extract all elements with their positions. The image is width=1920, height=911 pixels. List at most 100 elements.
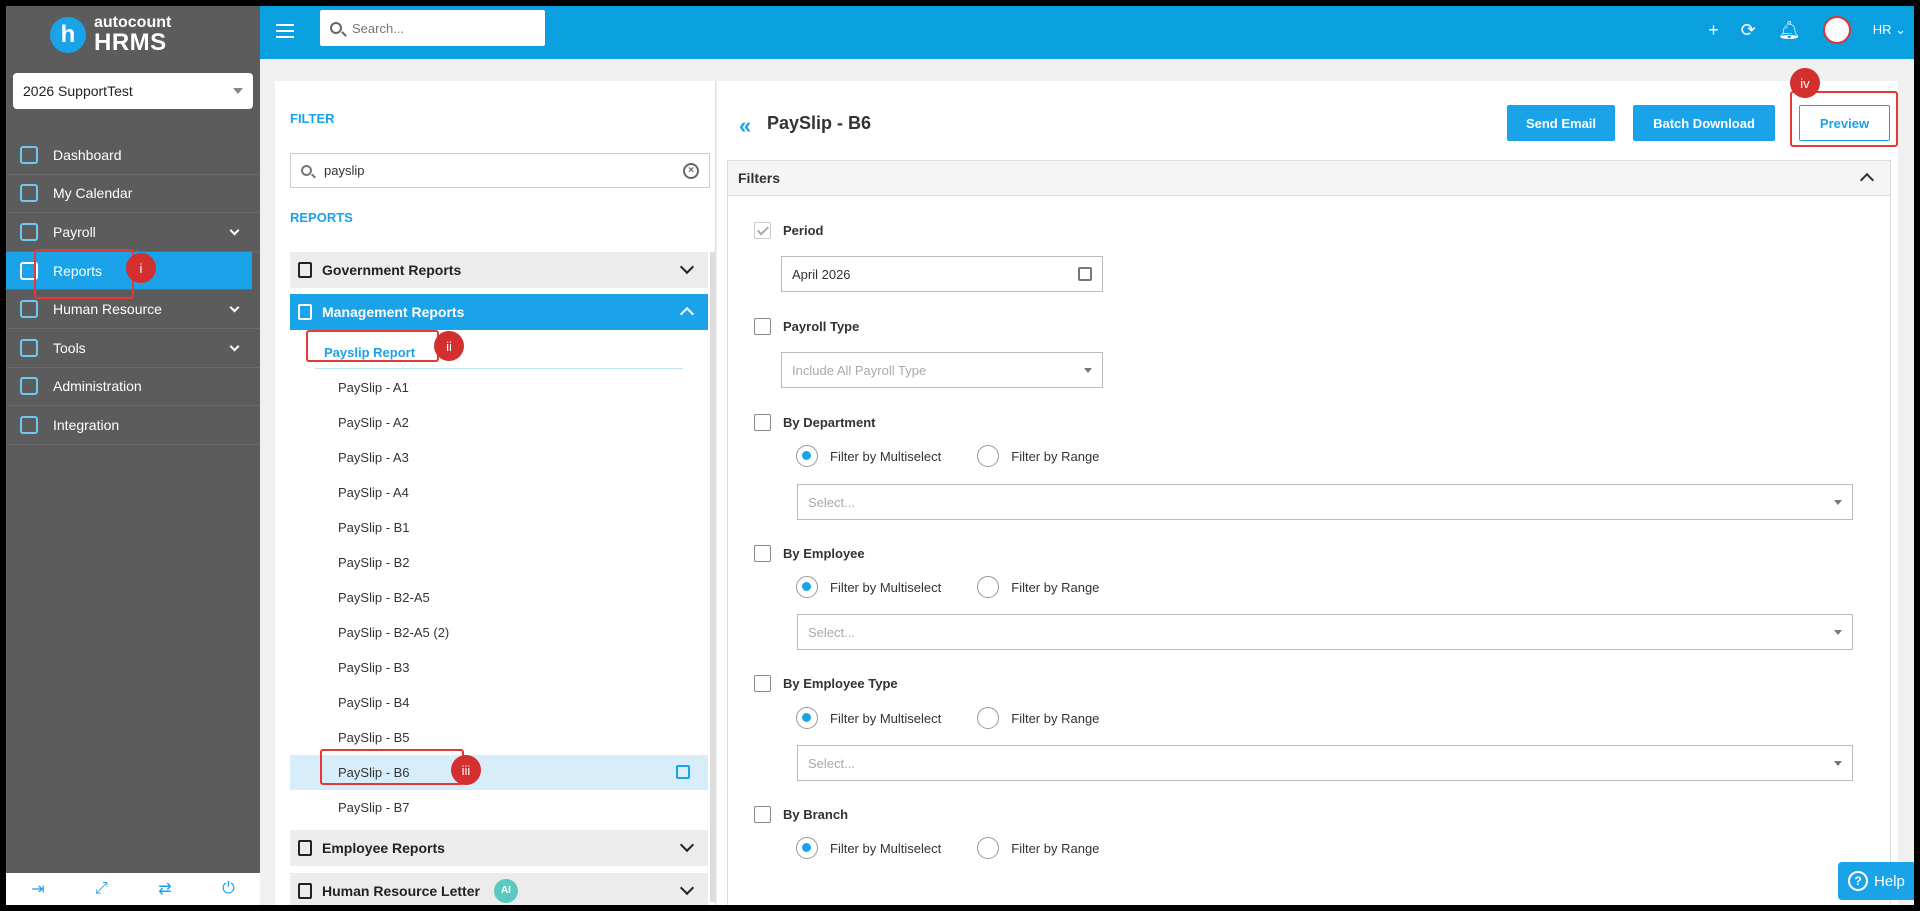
people-icon	[20, 300, 38, 319]
radio-range[interactable]	[977, 576, 1000, 598]
report-item[interactable]: PaySlip - B2-A5	[290, 580, 708, 615]
employee-checkbox[interactable]	[754, 545, 771, 562]
radio-range[interactable]	[977, 445, 1000, 467]
menu-icon[interactable]	[276, 24, 294, 38]
fullscreen-icon[interactable]: ⤢	[95, 880, 108, 898]
department-select[interactable]: Select...	[797, 484, 1853, 520]
user-label: HR	[1872, 22, 1892, 37]
sidebar-item-integration[interactable]: Integration	[6, 406, 260, 445]
sync-icon[interactable]: ⟳	[1741, 20, 1756, 41]
global-search[interactable]	[320, 10, 545, 46]
chevron-down-icon	[1834, 629, 1842, 635]
send-email-button[interactable]: Send Email	[1507, 105, 1615, 141]
period-checkbox[interactable]	[754, 222, 771, 239]
logo-line2: HRMS	[94, 29, 167, 56]
payroll-type-select[interactable]: Include All Payroll Type	[781, 352, 1103, 388]
radio-multiselect[interactable]	[796, 707, 818, 729]
payroll-type-checkbox[interactable]	[754, 318, 771, 335]
employee-type-radio-group: Filter by Multiselect Filter by Range	[796, 707, 1099, 729]
report-item[interactable]: PaySlip - B3	[290, 650, 708, 685]
avatar[interactable]	[1822, 16, 1851, 44]
report-item[interactable]: PaySlip - B7	[290, 790, 708, 825]
language-icon[interactable]: ⇄	[158, 879, 171, 899]
ai-badge: AI	[493, 879, 518, 903]
report-search-value: payslip	[324, 163, 365, 178]
chevron-down-icon	[229, 302, 240, 313]
branch-checkbox[interactable]	[754, 806, 771, 823]
report-item[interactable]: PaySlip - B2-A5 (2)	[290, 615, 708, 650]
employee-type-filter[interactable]: By Employee Type	[754, 675, 898, 692]
filters-header[interactable]: Filters	[727, 160, 1891, 196]
report-item[interactable]: PaySlip - A1	[290, 370, 708, 405]
top-bar: + ⟳ 🔔︎ HR ⌄	[260, 6, 1914, 59]
filters-body	[727, 196, 1891, 905]
app-window: h autocount HRMS 2026 SupportTest Dashbo…	[6, 6, 1914, 905]
period-filter[interactable]: Period	[754, 222, 823, 239]
employee-select[interactable]: Select...	[797, 614, 1853, 650]
employee-type-select[interactable]: Select...	[797, 745, 1853, 781]
company-select[interactable]: 2026 SupportTest	[13, 73, 253, 109]
report-item[interactable]: PaySlip - B1	[290, 510, 708, 545]
sidebar-item-payroll[interactable]: Payroll	[6, 213, 260, 252]
sidebar-item-administration[interactable]: Administration	[6, 368, 260, 407]
payroll-type-filter[interactable]: Payroll Type	[754, 318, 859, 335]
batch-download-button[interactable]: Batch Download	[1633, 105, 1775, 141]
calendar-icon[interactable]	[1078, 267, 1092, 281]
report-icon	[298, 262, 312, 278]
category-government-reports[interactable]: Government Reports	[290, 252, 708, 288]
branch-filter[interactable]: By Branch	[754, 806, 848, 823]
chevron-down-icon	[229, 225, 240, 236]
help-button[interactable]: ? Help	[1838, 862, 1914, 900]
department-checkbox[interactable]	[754, 414, 771, 431]
global-search-input[interactable]	[352, 20, 522, 36]
sidebar-item-tools[interactable]: Tools	[6, 329, 260, 368]
radio-label: Filter by Range	[1011, 840, 1100, 856]
department-filter[interactable]: By Department	[754, 414, 875, 431]
report-item[interactable]: PaySlip - A2	[290, 405, 708, 440]
double-chevron-left-icon[interactable]: «	[739, 113, 751, 139]
employee-type-checkbox[interactable]	[754, 675, 771, 692]
scrollbar[interactable]	[710, 252, 715, 902]
radio-range[interactable]	[977, 837, 1000, 859]
sidebar-item-label: Dashboard	[53, 146, 122, 163]
report-item[interactable]: PaySlip - A3	[290, 440, 708, 475]
logout-icon[interactable]: ⇥	[31, 879, 44, 899]
plus-icon[interactable]: +	[1708, 20, 1719, 41]
report-item[interactable]: PaySlip - B4	[290, 685, 708, 720]
sidebar-item-my-calendar[interactable]: My Calendar	[6, 175, 260, 214]
edit-icon[interactable]	[676, 765, 690, 779]
app-logo[interactable]: h autocount HRMS	[50, 10, 230, 60]
radio-multiselect[interactable]	[796, 445, 818, 467]
employee-filter[interactable]: By Employee	[754, 545, 865, 562]
radio-multiselect[interactable]	[796, 576, 818, 598]
user-menu[interactable]: HR ⌄	[1873, 22, 1906, 38]
report-icon	[298, 840, 312, 856]
report-icon	[298, 883, 312, 899]
sidebar-item-label: Administration	[53, 378, 142, 395]
admin-icon	[20, 377, 38, 396]
category-management-reports[interactable]: Management Reports	[290, 294, 708, 330]
chevron-up-icon	[1859, 172, 1875, 188]
employee-label: By Employee	[783, 546, 865, 561]
search-icon	[301, 165, 312, 176]
sidebar-bottom-bar: ⇥ ⤢ ⇄ ⏻	[6, 873, 260, 905]
report-icon	[298, 304, 312, 320]
clear-icon[interactable]: ×	[683, 162, 699, 179]
sidebar-item-label: Human Resource	[53, 301, 162, 318]
radio-multiselect[interactable]	[796, 837, 818, 859]
power-icon[interactable]: ⏻	[222, 880, 235, 898]
highlight-box	[306, 330, 439, 362]
sidebar-item-dashboard[interactable]: Dashboard	[6, 136, 260, 175]
sidebar-item-label: My Calendar	[53, 185, 133, 202]
bell-icon[interactable]: 🔔︎	[1778, 20, 1801, 41]
help-icon: ?	[1848, 871, 1868, 891]
report-item[interactable]: PaySlip - A4	[290, 475, 708, 510]
radio-label: Filter by Range	[1011, 579, 1100, 595]
category-human-resource-letter[interactable]: Human Resource Letter AI	[290, 873, 708, 905]
report-item[interactable]: PaySlip - B2	[290, 545, 708, 580]
report-search[interactable]: payslip ×	[290, 153, 710, 188]
page-title: PaySlip - B6	[767, 113, 872, 133]
category-employee-reports[interactable]: Employee Reports	[290, 830, 708, 866]
radio-range[interactable]	[977, 707, 1000, 729]
period-field[interactable]: April 2026	[781, 256, 1103, 292]
